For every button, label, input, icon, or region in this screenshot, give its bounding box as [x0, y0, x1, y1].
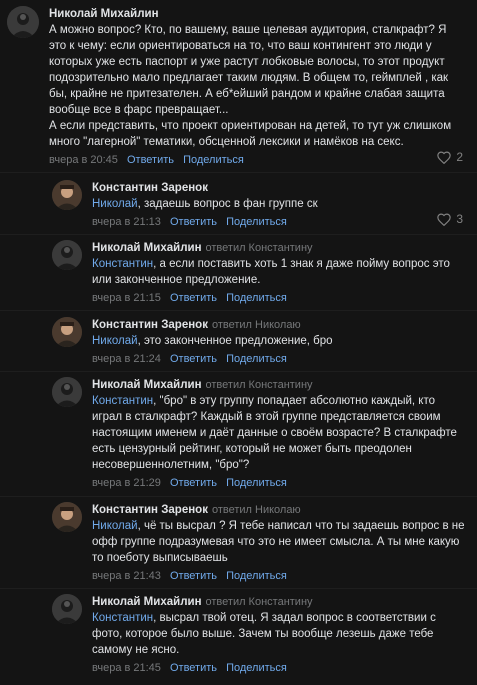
reply-button[interactable]: Ответить: [170, 477, 217, 489]
divider: [0, 371, 477, 372]
share-button[interactable]: Поделиться: [226, 570, 287, 582]
comment: Николай Михайлин ответил Константину Конс…: [52, 594, 467, 676]
comment: Николай Михайлин ответил Константину Конс…: [52, 240, 467, 306]
comment-header: Николай Михайлин: [49, 6, 459, 22]
avatar[interactable]: [52, 377, 82, 407]
mention-link[interactable]: Николай: [92, 335, 138, 347]
comment-header: Николай Михайлин ответил Константину: [92, 377, 467, 393]
divider: [0, 172, 477, 173]
mention-link[interactable]: Константин: [92, 395, 153, 407]
comment-meta: вчера в 21:45 Ответить Поделиться: [92, 661, 467, 676]
author-name[interactable]: Николай Михайлин: [49, 8, 159, 20]
comment-body: Николай Михайлин ответил Константину Конс…: [92, 240, 467, 306]
divider: [0, 496, 477, 497]
comment-meta: вчера в 21:43 Ответить Поделиться: [92, 569, 467, 584]
like-count: 2: [456, 150, 463, 164]
comment-meta: вчера в 20:45 Ответить Поделиться: [49, 153, 459, 168]
share-button[interactable]: Поделиться: [226, 292, 287, 304]
mention-link[interactable]: Николай: [92, 520, 138, 532]
mention-link[interactable]: Николай: [92, 198, 138, 210]
comment-text: Константин, а если поставить хоть 1 знак…: [92, 256, 467, 288]
share-button[interactable]: Поделиться: [183, 154, 244, 166]
comment-meta: вчера в 21:13 Ответить Поделиться: [92, 215, 467, 230]
author-name[interactable]: Константин Заренок: [92, 182, 208, 194]
heart-icon: [437, 151, 452, 164]
avatar[interactable]: [52, 594, 82, 624]
comment-body: Константин Заренок ответил Николаю Никола…: [92, 502, 467, 584]
comment-body: Николай Михайлин ответил Константину Конс…: [92, 377, 467, 491]
like-button[interactable]: 2: [437, 150, 463, 164]
comment-text: Николай, задаешь вопрос в фан группе ск: [92, 196, 467, 212]
divider: [0, 310, 477, 311]
comment: Константин Заренок ответил Николаю Никола…: [52, 502, 467, 584]
author-name[interactable]: Николай Михайлин: [92, 242, 202, 254]
avatar[interactable]: [7, 6, 39, 38]
comment-meta: вчера в 21:15 Ответить Поделиться: [92, 291, 467, 306]
reply-to-label[interactable]: ответил Николаю: [212, 319, 301, 331]
share-button[interactable]: Поделиться: [226, 662, 287, 674]
mention-link[interactable]: Константин: [92, 258, 153, 270]
comment-meta: вчера в 21:29 Ответить Поделиться: [92, 476, 467, 491]
comment-meta: вчера в 21:24 Ответить Поделиться: [92, 352, 467, 367]
divider: [0, 588, 477, 589]
comment: Константин Заренок ответил Николаю Никола…: [52, 317, 467, 367]
comment-text-body: , это законченное предложение, бро: [137, 335, 333, 347]
reply-button[interactable]: Ответить: [170, 292, 217, 304]
comment-date[interactable]: вчера в 21:45: [92, 662, 161, 674]
avatar[interactable]: [52, 502, 82, 532]
comment-thread: Николай Михайлин А можно вопрос? Кто, по…: [0, 0, 477, 685]
share-button[interactable]: Поделиться: [226, 477, 287, 489]
comment-header: Константин Заренок ответил Николаю: [92, 317, 467, 333]
avatar[interactable]: [52, 240, 82, 270]
comment-date[interactable]: вчера в 21:24: [92, 353, 161, 365]
comment: Николай Михайлин А можно вопрос? Кто, по…: [7, 6, 459, 168]
comment-date[interactable]: вчера в 20:45: [49, 154, 118, 166]
comment-text: Константин, "бро" в эту группу попадает …: [92, 393, 467, 473]
comment-text: Николай, это законченное предложение, бр…: [92, 333, 467, 349]
comment-body: Николай Михайлин ответил Константину Конс…: [92, 594, 467, 676]
reply-button[interactable]: Ответить: [170, 662, 217, 674]
comment-header: Константин Заренок ответил Николаю: [92, 502, 467, 518]
avatar[interactable]: [52, 317, 82, 347]
divider: [0, 234, 477, 235]
comment-text-body: , чё ты высрал ? Я тебе написал что ты з…: [92, 520, 465, 564]
reply-button[interactable]: Ответить: [170, 570, 217, 582]
comment-date[interactable]: вчера в 21:43: [92, 570, 161, 582]
author-name[interactable]: Константин Заренок: [92, 504, 208, 516]
author-name[interactable]: Константин Заренок: [92, 319, 208, 331]
mention-link[interactable]: Константин: [92, 612, 153, 624]
comment-date[interactable]: вчера в 21:13: [92, 216, 161, 228]
author-name[interactable]: Николай Михайлин: [92, 596, 202, 608]
comment-body: Константин Заренок Николай, задаешь вопр…: [92, 180, 467, 230]
reply-to-label[interactable]: ответил Константину: [206, 242, 313, 254]
reply-to-label[interactable]: ответил Константину: [206, 596, 313, 608]
comment-date[interactable]: вчера в 21:15: [92, 292, 161, 304]
comment-header: Николай Михайлин ответил Константину: [92, 594, 467, 610]
comment-header: Константин Заренок: [92, 180, 467, 196]
comment-text: Николай, чё ты высрал ? Я тебе написал ч…: [92, 518, 467, 566]
share-button[interactable]: Поделиться: [226, 216, 287, 228]
reply-to-label[interactable]: ответил Константину: [206, 379, 313, 391]
author-name[interactable]: Николай Михайлин: [92, 379, 202, 391]
heart-icon: [437, 213, 452, 226]
reply-button[interactable]: Ответить: [170, 216, 217, 228]
like-count: 3: [456, 212, 463, 226]
reply-button[interactable]: Ответить: [170, 353, 217, 365]
comment: Николай Михайлин ответил Константину Конс…: [52, 377, 467, 491]
comment-date[interactable]: вчера в 21:29: [92, 477, 161, 489]
like-button[interactable]: 3: [437, 212, 463, 226]
avatar[interactable]: [52, 180, 82, 210]
comment-text-body: , задаешь вопрос в фан группе ск: [137, 198, 318, 210]
comment: Константин Заренок Николай, задаешь вопр…: [52, 180, 467, 230]
share-button[interactable]: Поделиться: [226, 353, 287, 365]
reply-button[interactable]: Ответить: [127, 154, 174, 166]
reply-to-label[interactable]: ответил Николаю: [212, 504, 301, 516]
comment-body: Константин Заренок ответил Николаю Никола…: [92, 317, 467, 367]
comment-text: Константин, высрал твой отец. Я задал во…: [92, 610, 467, 658]
comment-body: Николай Михайлин А можно вопрос? Кто, по…: [49, 6, 459, 168]
comment-header: Николай Михайлин ответил Константину: [92, 240, 467, 256]
comment-text: А можно вопрос? Кто, по вашему, ваше цел…: [49, 24, 452, 148]
